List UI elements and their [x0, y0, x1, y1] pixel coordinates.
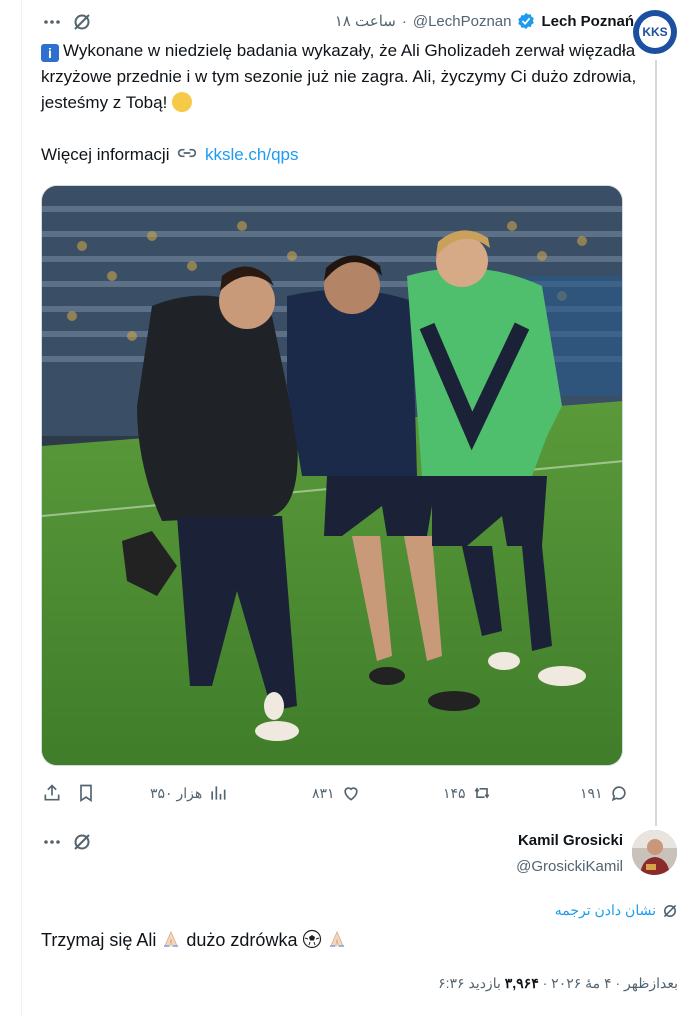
repost-icon [474, 787, 489, 799]
more-info-label: Więcej informacji [41, 145, 170, 164]
repost-count: ۱۴۵ [443, 784, 466, 801]
more-info-line: Więcej informacji kksle.ch/qps [41, 142, 299, 168]
views-icon [211, 786, 226, 800]
tweet-link[interactable]: kksle.ch/qps [205, 145, 299, 164]
reply-icon [611, 786, 626, 802]
tweet-body: Wykonane w niedzielę badania wykazały, ż… [41, 41, 637, 112]
grok-icon[interactable] [72, 12, 92, 35]
reply-text-part-a: Trzymaj się Ali [41, 930, 157, 950]
praying-hands-icon [164, 931, 179, 947]
reply-views-label: بازدید [468, 975, 501, 991]
reply-author-name[interactable]: Kamil Grosicki [518, 832, 623, 849]
reply-meta: ۶:۳۶ بعدازظهر · ۴ مهٔ ۲۰۲۶ · ۳,۹۶۴ بازدی… [438, 975, 678, 992]
reply-action[interactable]: ۱۹۱ [580, 782, 629, 804]
repost-action[interactable]: ۱۴۵ [443, 782, 492, 804]
reply-views-count: ۳,۹۶۴ [504, 975, 539, 991]
club-logo: KKS [639, 16, 671, 48]
translate-label: نشان دادن ترجمه [554, 902, 656, 918]
avatar[interactable] [632, 830, 677, 875]
bookmark-action[interactable] [76, 782, 96, 804]
tweet-header: ۱۸ ساعت · @LechPoznan Lech Poznań [335, 10, 634, 32]
verified-icon [517, 12, 535, 30]
tweet-text: i Wykonane w niedzielę badania wykazały, … [41, 38, 641, 116]
reply-count: ۱۹۱ [580, 784, 603, 801]
soccer-ball-icon [303, 929, 322, 949]
thread-line [655, 60, 657, 826]
author-name[interactable]: Lech Poznań [541, 13, 634, 30]
like-action[interactable]: ۸۳۱ [312, 782, 361, 804]
reply-author-handle[interactable]: @GrosickiKamil [516, 858, 623, 875]
grok-icon[interactable] [72, 832, 92, 855]
link-icon [177, 142, 197, 168]
praying-hands-icon [330, 931, 345, 947]
photo-scene [42, 186, 622, 765]
tweet-photo[interactable] [41, 185, 623, 766]
translate-icon [663, 904, 677, 917]
reply-text: Trzymaj się Ali dużo zdrówka [41, 926, 347, 954]
share-action[interactable] [42, 782, 62, 804]
more-icon[interactable] [42, 832, 62, 855]
more-icon[interactable] [42, 12, 62, 35]
reply-text-part-b: dużo zdrówka [186, 930, 298, 950]
author-handle[interactable]: @LechPoznan [413, 13, 512, 30]
left-divider [21, 0, 22, 1017]
bookmark-icon [80, 784, 92, 803]
info-icon: i [41, 44, 59, 62]
tweet-time[interactable]: ۱۸ ساعت [335, 12, 396, 30]
header-separator: · [401, 12, 407, 30]
views-count: ۳۵۰ هزار [150, 784, 203, 801]
raised-fist-icon [172, 92, 193, 112]
avatar-photo [632, 830, 677, 875]
translate-button[interactable]: نشان دادن ترجمه [555, 902, 678, 919]
views-action[interactable]: ۳۵۰ هزار [150, 782, 228, 804]
like-icon [343, 787, 358, 801]
share-icon [44, 784, 60, 801]
like-count: ۸۳۱ [312, 784, 335, 801]
